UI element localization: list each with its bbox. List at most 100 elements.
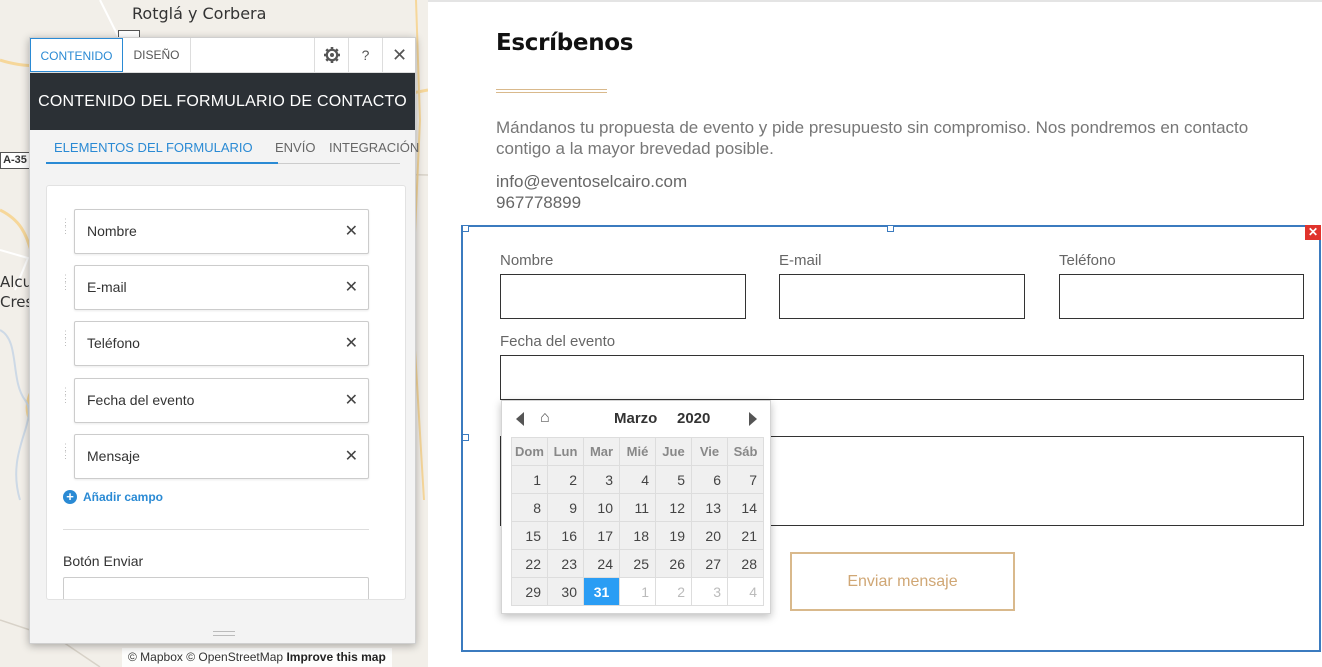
remove-field-icon[interactable]: ✕ [345,333,358,353]
send-button-text-field[interactable] [63,577,369,599]
page-title: Escríbenos [496,30,634,56]
improve-map-link[interactable]: Improve this map [286,650,385,664]
calendar-day[interactable]: 18 [619,521,656,550]
calendar-day[interactable]: 10 [583,493,620,522]
drag-handle-icon[interactable]: ⋮ ⋮ [61,330,70,354]
remove-field-icon[interactable]: ✕ [345,390,358,410]
weekday-header: Mié [619,437,656,466]
calendar-day[interactable]: 6 [691,465,728,494]
calendar-day[interactable]: 15 [511,521,548,550]
phone-field[interactable] [1059,274,1304,319]
field-item[interactable]: Teléfono ✕ [74,321,369,366]
plus-circle-icon: + [63,490,77,504]
title-underline [496,89,607,93]
weekday-header: Sáb [727,437,764,466]
remove-field-icon[interactable]: ✕ [345,446,358,466]
today-home-icon[interactable]: ⌂ [540,409,550,427]
calendar-day[interactable]: 5 [655,465,692,494]
drag-handle-icon[interactable]: ⋮ ⋮ [61,274,70,298]
resize-handle-top[interactable] [887,225,894,232]
drag-handle-icon[interactable]: ⋮ ⋮ [61,387,70,411]
close-icon: ✕ [391,44,408,65]
tab-design[interactable]: DISEÑO [123,38,191,72]
field-row[interactable]: ⋮ ⋮ E-mail ✕ [61,265,369,310]
calendar-day[interactable]: 30 [547,577,584,606]
calendar-day[interactable]: 28 [727,549,764,578]
calendar-day[interactable]: 24 [583,549,620,578]
calendar-day[interactable]: 23 [547,549,584,578]
calendar-day[interactable]: 16 [547,521,584,550]
tab-content[interactable]: CONTENIDO [30,38,123,72]
osm-attribution-link[interactable]: © Mapbox © OpenStreetMap [128,650,283,664]
calendar-day-next-month[interactable]: 2 [655,577,692,606]
field-item[interactable]: Mensaje ✕ [74,434,369,479]
contact-info: info@eventoselcairo.com 967778899 [496,171,687,213]
remove-field-icon[interactable]: ✕ [345,277,358,297]
panel-title: CONTENIDO DEL FORMULARIO DE CONTACTO [30,73,415,130]
field-item[interactable]: Fecha del evento ✕ [74,378,369,423]
subtab-integration[interactable]: INTEGRACIÓN [329,140,419,155]
weekday-header: Mar [583,437,620,466]
calendar-day[interactable]: 19 [655,521,692,550]
calendar-day[interactable]: 14 [727,493,764,522]
help-icon: ? [361,47,370,63]
field-item-label: E-mail [87,279,127,295]
field-item[interactable]: Nombre ✕ [74,209,369,254]
calendar-day[interactable]: 13 [691,493,728,522]
calendar-day[interactable]: 1 [511,465,548,494]
panel-resize-handle[interactable] [213,631,235,636]
field-row[interactable]: ⋮ ⋮ Teléfono ✕ [61,321,369,366]
submit-button[interactable]: Enviar mensaje [790,552,1015,611]
map-attribution: © Mapbox © OpenStreetMap Improve this ma… [122,648,392,667]
calendar-day[interactable]: 20 [691,521,728,550]
datepicker-popup: ⌂ Marzo 2020 Dom Lun Mar Mié Jue Vie Sáb… [501,400,771,614]
remove-element-button[interactable]: ✕ [1305,225,1321,240]
field-row[interactable]: ⋮ ⋮ Nombre ✕ [61,209,369,254]
calendar-day[interactable]: 21 [727,521,764,550]
phone-field-label: Teléfono [1059,252,1116,269]
calendar-day[interactable]: 22 [511,549,548,578]
calendar-day-selected[interactable]: 31 [583,577,620,606]
calendar-day[interactable]: 26 [655,549,692,578]
settings-button[interactable] [314,38,348,72]
close-panel-button[interactable]: ✕ [382,38,416,72]
calendar-day[interactable]: 29 [511,577,548,606]
calendar-day-next-month[interactable]: 4 [727,577,764,606]
datepicker-month: Marzo [614,410,658,427]
remove-field-icon[interactable]: ✕ [345,221,358,241]
prev-month-icon[interactable] [516,412,524,426]
field-row[interactable]: ⋮ ⋮ Fecha del evento ✕ [61,378,369,423]
resize-handle-top-left[interactable] [462,225,469,232]
name-field-label: Nombre [500,252,554,269]
next-month-icon[interactable] [749,412,757,426]
calendar-day[interactable]: 7 [727,465,764,494]
calendar-day[interactable]: 9 [547,493,584,522]
calendar-day[interactable]: 11 [619,493,656,522]
calendar-day[interactable]: 27 [691,549,728,578]
calendar-day[interactable]: 25 [619,549,656,578]
drag-handle-icon[interactable]: ⋮ ⋮ [61,443,70,467]
calendar-day[interactable]: 4 [619,465,656,494]
calendar-day[interactable]: 17 [583,521,620,550]
help-button[interactable]: ? [348,38,382,72]
subtab-form-elements[interactable]: ELEMENTOS DEL FORMULARIO [46,140,278,164]
subtab-sending[interactable]: ENVÍO [275,140,315,155]
field-item[interactable]: E-mail ✕ [74,265,369,310]
field-row[interactable]: ⋮ ⋮ Mensaje ✕ [61,434,369,479]
drag-handle-icon[interactable]: ⋮ ⋮ [61,218,70,242]
date-field[interactable] [500,355,1304,400]
email-field[interactable] [779,274,1025,319]
calendar-day[interactable]: 12 [655,493,692,522]
calendar-day[interactable]: 3 [583,465,620,494]
weekday-header: Dom [511,437,548,466]
calendar-day[interactable]: 2 [547,465,584,494]
name-field[interactable] [500,274,746,319]
contact-phone: 967778899 [496,193,582,212]
calendar-day-next-month[interactable]: 1 [619,577,656,606]
add-field-button[interactable]: + Añadir campo [63,490,163,504]
resize-handle-left[interactable] [462,434,469,441]
calendar-day[interactable]: 8 [511,493,548,522]
add-field-label: Añadir campo [83,490,164,504]
calendar-day-next-month[interactable]: 3 [691,577,728,606]
field-item-label: Mensaje [87,448,140,464]
